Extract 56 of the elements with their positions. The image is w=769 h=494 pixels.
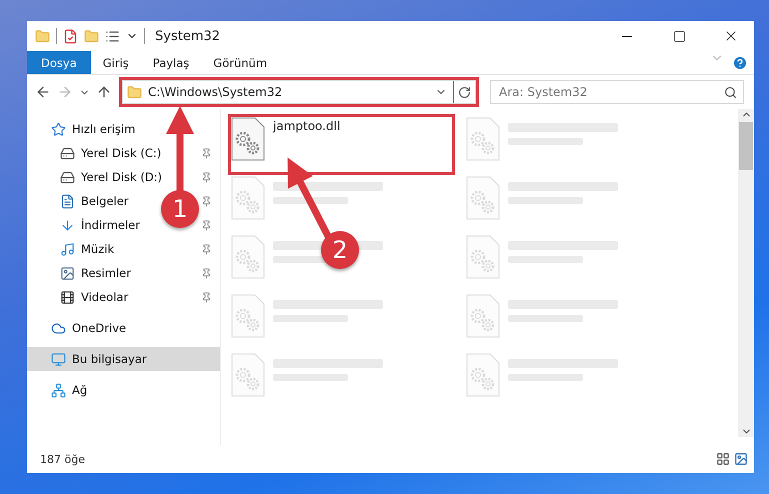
sidebar-item[interactable]: Yerel Disk (D:) <box>81 170 162 184</box>
film-icon <box>60 290 75 304</box>
maximize-icon <box>672 30 686 42</box>
scroll-thumb[interactable] <box>739 122 753 170</box>
folder-icon[interactable] <box>35 28 50 44</box>
sidebar-item[interactable]: İndirmeler <box>81 218 140 232</box>
search-field[interactable]: Ara: System32 <box>490 80 744 104</box>
drive-icon <box>60 170 75 184</box>
scrollbar[interactable] <box>738 109 754 437</box>
forward-icon <box>57 84 73 100</box>
address-bar[interactable]: C:\Windows\System32 <box>122 80 476 104</box>
monitor-icon <box>51 352 66 366</box>
pin-icon[interactable] <box>201 172 212 182</box>
search-icon <box>724 86 737 98</box>
document-icon <box>60 194 75 208</box>
view-icon[interactable] <box>105 28 120 44</box>
cloud-icon <box>51 320 66 336</box>
sidebar-item[interactable]: Hızlı erişim <box>72 122 136 136</box>
image-icon <box>60 266 75 280</box>
gear-file-icon[interactable] <box>231 117 265 161</box>
pin-icon[interactable] <box>201 268 212 278</box>
drive-icon <box>60 146 75 160</box>
window-title: System32 <box>155 28 222 44</box>
large-icons-view-icon[interactable] <box>734 452 748 466</box>
sidebar-item[interactable]: Müzik <box>81 242 114 256</box>
network-icon <box>51 382 66 398</box>
sidebar-item[interactable]: Belgeler <box>81 194 129 208</box>
music-icon <box>60 242 75 256</box>
file-tile[interactable]: jamptoo.dll <box>229 115 454 174</box>
download-icon <box>60 218 75 232</box>
back-button[interactable] <box>35 84 51 100</box>
sidebar-item[interactable]: Bu bilgisayar <box>27 347 220 371</box>
pin-icon[interactable] <box>201 196 212 206</box>
folder-icon <box>127 84 142 100</box>
ribbon-tab[interactable]: Dosya <box>27 51 91 74</box>
new-folder-icon[interactable] <box>84 28 99 44</box>
sidebar-item[interactable]: Videolar <box>81 290 128 304</box>
item-count: 187 öğe <box>40 452 86 466</box>
details-view-icon[interactable] <box>716 452 730 466</box>
up-icon <box>96 84 112 100</box>
refresh-icon <box>458 86 471 98</box>
forward-button[interactable] <box>57 84 73 100</box>
sidebar-item[interactable]: Resimler <box>81 266 131 280</box>
sidebar-item[interactable]: OneDrive <box>72 321 126 335</box>
properties-icon[interactable] <box>63 28 78 44</box>
star-icon <box>51 122 66 136</box>
pin-icon[interactable] <box>201 148 212 158</box>
help-icon <box>732 54 748 70</box>
up-button[interactable] <box>96 84 112 100</box>
sidebar-item[interactable]: Ağ <box>72 383 88 397</box>
pin-icon[interactable] <box>201 292 212 302</box>
pin-icon[interactable] <box>201 244 212 254</box>
back-icon <box>35 84 51 100</box>
file-name: jamptoo.dll <box>273 119 340 133</box>
sidebar-item[interactable]: Yerel Disk (C:) <box>81 146 162 160</box>
pin-icon[interactable] <box>201 220 212 230</box>
